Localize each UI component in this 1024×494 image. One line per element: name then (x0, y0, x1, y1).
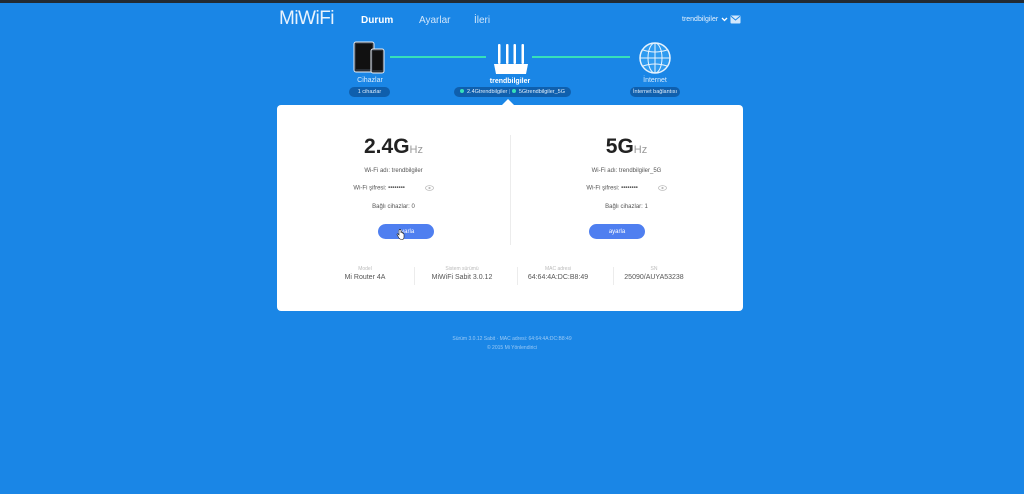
ssid-5-label: 5Gtrendbilgiler_5G (518, 89, 565, 95)
settings-button-5[interactable]: ayarla (589, 224, 645, 239)
footer-version: Sürüm 3.0.12 Sabit · MAC adresi: 64:64:4… (452, 336, 572, 342)
connected-label: Bağlı cihazlar: (372, 204, 410, 210)
ssid-row: Wi-Fi adı: trendbilgiler_5G (510, 168, 743, 174)
password-value: •••••••• (388, 185, 405, 192)
nav-durum[interactable]: Durum (361, 15, 393, 26)
password-label: Wi-Fi şifresi: (353, 185, 387, 192)
status-dot-icon (460, 89, 464, 93)
globe-icon[interactable] (638, 41, 672, 75)
ssid-separator: | (508, 89, 511, 95)
connected-label: Bağlı cihazlar: (605, 204, 643, 210)
password-row: Wi-Fi şifresi: •••••••• (277, 185, 510, 192)
wifi-status-card: 2.4GHz Wi-Fi adı: trendbilgiler Wi-Fi şi… (277, 105, 743, 311)
ssid-24-label: 2.4Gtrendbilgiler (467, 89, 508, 95)
router-name: trendbilgiler (489, 78, 531, 85)
miwifi-logo: MiWiFi (279, 8, 335, 29)
router-ssid-badge[interactable]: 2.4Gtrendbilgiler | 5Gtrendbilgiler_5G (454, 87, 571, 97)
footer-copyright: © 2015 Mi Yönlendirici (486, 345, 537, 351)
devices-badge[interactable]: 1 cihazlar (349, 87, 390, 97)
connected-value: 0 (411, 204, 415, 210)
header: MiWiFi Durum Ayarlar İleri trendbilgiler (0, 3, 1024, 37)
band-unit: Hz (409, 144, 423, 156)
user-name: trendbilgiler (682, 16, 719, 23)
info-serial: SN 25090/AUYA53238 (596, 266, 712, 281)
band-main: 2.4G (364, 135, 410, 158)
devices-icon[interactable] (353, 41, 387, 75)
router-icon (494, 44, 528, 74)
band-title: 2.4GHz (277, 135, 510, 159)
internet-link-line (532, 56, 630, 58)
ssid-value: trendbilgiler (391, 168, 423, 174)
eye-icon[interactable] (424, 185, 434, 191)
nav-ileri[interactable]: İleri (474, 15, 490, 26)
password-row: Wi-Fi şifresi: •••••••• (510, 185, 743, 192)
devices-link-line (390, 56, 486, 58)
password-value: •••••••• (621, 185, 638, 192)
mail-icon[interactable] (730, 15, 741, 24)
status-dot-icon (511, 89, 516, 93)
connected-row: Bağlı cihazlar: 0 (277, 204, 510, 210)
ssid-label: Wi-Fi adı: (364, 168, 390, 174)
devices-label: Cihazlar (357, 77, 383, 84)
internet-label: İnternet (643, 77, 667, 84)
settings-button-24[interactable]: ayarla (378, 224, 434, 239)
ssid-row: Wi-Fi adı: trendbilgiler (277, 168, 510, 174)
hand-cursor-icon (396, 229, 405, 240)
user-menu[interactable]: trendbilgiler (682, 16, 728, 23)
chevron-down-icon (721, 17, 728, 22)
info-label: SN (650, 266, 658, 272)
ssid-label: Wi-Fi adı: (591, 168, 618, 174)
password-label: Wi-Fi şifresi: (586, 185, 620, 192)
nav-ayarlar[interactable]: Ayarlar (419, 15, 451, 26)
eye-icon[interactable] (657, 185, 667, 191)
band-unit: Hz (633, 144, 648, 156)
connected-value: 1 (644, 204, 648, 210)
connected-row: Bağlı cihazlar: 1 (510, 204, 743, 210)
ssid-value: trendbilgiler_5G (618, 168, 662, 174)
internet-badge[interactable]: İnternet bağlantısı (630, 87, 680, 97)
info-value: 25090/AUYA53238 (624, 274, 684, 281)
band-title: 5GHz (510, 135, 743, 159)
band-main: 5G (605, 135, 634, 158)
